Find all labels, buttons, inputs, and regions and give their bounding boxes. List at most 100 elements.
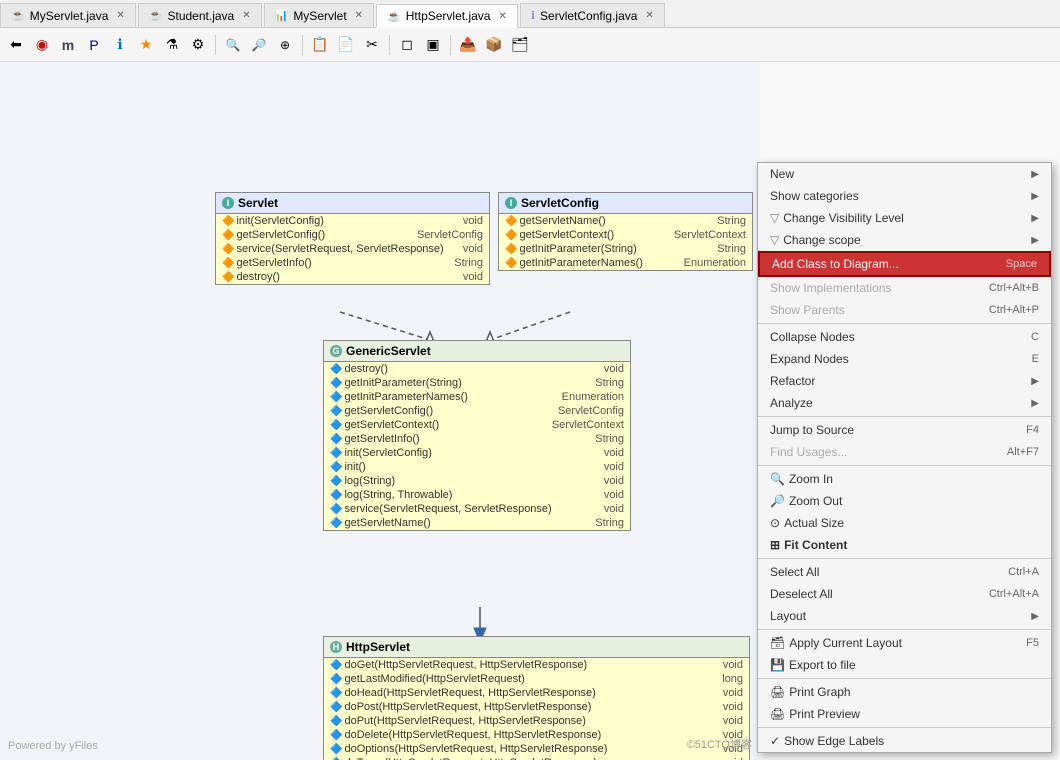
menu-item-zoom-in-label: 🔍Zoom In xyxy=(770,472,833,486)
method-label: 🔷getServletConfig() xyxy=(330,405,433,417)
menu-item-new[interactable]: New ▶ xyxy=(758,163,1051,185)
menu-item-jump-to-source[interactable]: Jump to Source F4 xyxy=(758,419,1051,441)
uml-row: 🔷doOptions(HttpServletRequest, HttpServl… xyxy=(324,742,749,756)
tab-myservlet-java[interactable]: ☕ MyServlet.java ✕ xyxy=(0,3,136,27)
method-label: 🔷doPost(HttpServletRequest, HttpServletR… xyxy=(330,701,591,713)
toolbar-m-btn[interactable]: m xyxy=(56,33,80,57)
menu-sep-4 xyxy=(758,558,1051,559)
uml-row: 🔶getServletInfo() String xyxy=(216,256,489,270)
toolbar-zoom-fit-btn[interactable]: ⊕ xyxy=(273,33,297,57)
toolbar-zoom-in-btn[interactable]: 🔍 xyxy=(221,33,245,57)
return-type: long xyxy=(722,673,743,685)
uml-genericservlet-class: G GenericServlet 🔷destroy()void 🔷getInit… xyxy=(323,340,631,531)
menu-item-show-categories-label: Show categories xyxy=(770,189,859,203)
menu-item-print-graph[interactable]: 🖨Print Graph xyxy=(758,681,1051,703)
method-label: 🔶getInitParameter(String) xyxy=(505,243,637,255)
toolbar-rect-btn[interactable]: ◻ xyxy=(395,33,419,57)
menu-item-layout[interactable]: Layout ▶ xyxy=(758,605,1051,627)
return-type: void xyxy=(604,363,624,375)
tab-student-java[interactable]: ☕ Student.java ✕ xyxy=(138,3,262,27)
menu-item-change-scope[interactable]: ▽Change scope ▶ xyxy=(758,229,1051,251)
tab-httpservlet-java[interactable]: ☕ HttpServlet.java ✕ xyxy=(376,4,518,28)
method-label: 🔷getServletContext() xyxy=(330,419,439,431)
menu-item-fit-content-label: ⊞Fit Content xyxy=(770,538,847,552)
return-type: Enumeration xyxy=(684,257,746,269)
tab-servletconfig-java[interactable]: ℹ ServletConfig.java ✕ xyxy=(520,3,665,27)
menu-item-zoom-in[interactable]: 🔍Zoom In xyxy=(758,468,1051,490)
menu-item-apply-layout-label: 🗃Apply Current Layout xyxy=(770,636,902,650)
return-type: String xyxy=(717,215,746,227)
menu-item-find-usages[interactable]: Find Usages... Alt+F7 xyxy=(758,441,1051,463)
tab-close-btn2[interactable]: ✕ xyxy=(242,10,250,21)
toolbar-star-btn[interactable]: ★ xyxy=(134,33,158,57)
method-label: 🔷doDelete(HttpServletRequest, HttpServle… xyxy=(330,729,601,741)
toolbar-export2-btn[interactable]: 📦 xyxy=(482,33,506,57)
tab-close-btn4[interactable]: ✕ xyxy=(498,11,506,22)
menu-item-show-categories[interactable]: Show categories ▶ xyxy=(758,185,1051,207)
actual-size-icon: ⊙ xyxy=(770,516,780,530)
toolbar-rect2-btn[interactable]: ▣ xyxy=(421,33,445,57)
menu-item-analyze[interactable]: Analyze ▶ xyxy=(758,392,1051,414)
menu-item-apply-layout-shortcut: F5 xyxy=(1026,637,1039,649)
menu-item-show-implementations[interactable]: Show Implementations Ctrl+Alt+B xyxy=(758,277,1051,299)
uml-row: 🔷log(String)void xyxy=(324,474,630,488)
menu-item-layout-label: Layout xyxy=(770,609,806,623)
menu-arrow: ▶ xyxy=(1031,191,1039,202)
menu-item-expand-nodes[interactable]: Expand Nodes E xyxy=(758,348,1051,370)
uml-row: 🔷service(ServletRequest, ServletResponse… xyxy=(324,502,630,516)
menu-item-collapse-nodes[interactable]: Collapse Nodes C xyxy=(758,326,1051,348)
toolbar-paste-btn[interactable]: 📄 xyxy=(334,33,358,57)
menu-item-fit-content[interactable]: ⊞Fit Content xyxy=(758,534,1051,556)
menu-item-select-all-label: Select All xyxy=(770,565,819,579)
main-area: I Servlet 🔶init(ServletConfig) void 🔶get… xyxy=(0,62,1060,760)
uml-row: 🔷getServletName()String xyxy=(324,516,630,530)
tab-bar: ☕ MyServlet.java ✕ ☕ Student.java ✕ 📊 My… xyxy=(0,0,1060,28)
menu-item-show-parents-label: Show Parents xyxy=(770,303,845,317)
menu-item-show-parents[interactable]: Show Parents Ctrl+Alt+P xyxy=(758,299,1051,321)
menu-arrow: ▶ xyxy=(1031,169,1039,180)
menu-item-add-class[interactable]: Add Class to Diagram... Space xyxy=(758,251,1051,277)
toolbar-filter2-btn[interactable]: ⚙ xyxy=(186,33,210,57)
menu-item-export-to-file-label: 💾Export to file xyxy=(770,658,856,672)
toolbar-back-btn[interactable]: ⬅ xyxy=(4,33,28,57)
menu-item-zoom-out[interactable]: 🔎Zoom Out xyxy=(758,490,1051,512)
tab-close-btn3[interactable]: ✕ xyxy=(355,10,363,21)
toolbar-zoom-out-btn[interactable]: 🔎 xyxy=(247,33,271,57)
tab-close-btn5[interactable]: ✕ xyxy=(645,10,653,21)
menu-sep-6 xyxy=(758,678,1051,679)
method-label: 🔷init() xyxy=(330,461,366,473)
menu-item-actual-size[interactable]: ⊙Actual Size xyxy=(758,512,1051,534)
uml-servlet-header: I Servlet xyxy=(216,193,489,214)
menu-item-print-preview[interactable]: 🖨Print Preview xyxy=(758,703,1051,725)
diagram-canvas[interactable]: I Servlet 🔶init(ServletConfig) void 🔶get… xyxy=(0,62,760,760)
method-label: 🔶getServletInfo() xyxy=(222,257,312,269)
menu-item-show-edge-labels[interactable]: ✓Show Edge Labels xyxy=(758,730,1051,752)
menu-item-refactor[interactable]: Refactor ▶ xyxy=(758,370,1051,392)
toolbar-export1-btn[interactable]: 📤 xyxy=(456,33,480,57)
menu-item-apply-layout[interactable]: 🗃Apply Current Layout F5 xyxy=(758,632,1051,654)
tab-label: MyServlet xyxy=(293,9,346,23)
toolbar-sep2 xyxy=(302,35,303,55)
menu-item-expand-nodes-label: Expand Nodes xyxy=(770,352,849,366)
menu-arrow: ▶ xyxy=(1031,235,1039,246)
uml-row: 🔶init(ServletConfig) void xyxy=(216,214,489,228)
menu-item-change-visibility[interactable]: ▽Change Visibility Level ▶ xyxy=(758,207,1051,229)
toolbar-p-btn[interactable]: P xyxy=(82,33,106,57)
toolbar-export3-btn[interactable]: 🗂 xyxy=(508,33,532,57)
uml-row: 🔷doHead(HttpServletRequest, HttpServletR… xyxy=(324,686,749,700)
return-type: String xyxy=(595,433,624,445)
toolbar-run-btn[interactable]: ◉ xyxy=(30,33,54,57)
toolbar-copy-btn[interactable]: 📋 xyxy=(308,33,332,57)
tab-close-btn[interactable]: ✕ xyxy=(116,10,124,21)
uml-httpservlet-header: H HttpServlet xyxy=(324,637,749,658)
menu-item-export-to-file[interactable]: 💾Export to file xyxy=(758,654,1051,676)
return-type: void xyxy=(723,715,743,727)
toolbar-cut-btn[interactable]: ✂ xyxy=(360,33,384,57)
toolbar-info-btn[interactable]: ℹ xyxy=(108,33,132,57)
filter-icon: ▽ xyxy=(770,211,779,225)
menu-item-deselect-all[interactable]: Deselect All Ctrl+Alt+A xyxy=(758,583,1051,605)
menu-item-show-edge-labels-label: ✓Show Edge Labels xyxy=(770,734,884,748)
tab-myservlet[interactable]: 📊 MyServlet ✕ xyxy=(264,3,374,27)
menu-item-select-all[interactable]: Select All Ctrl+A xyxy=(758,561,1051,583)
toolbar-filter1-btn[interactable]: ⚗ xyxy=(160,33,184,57)
